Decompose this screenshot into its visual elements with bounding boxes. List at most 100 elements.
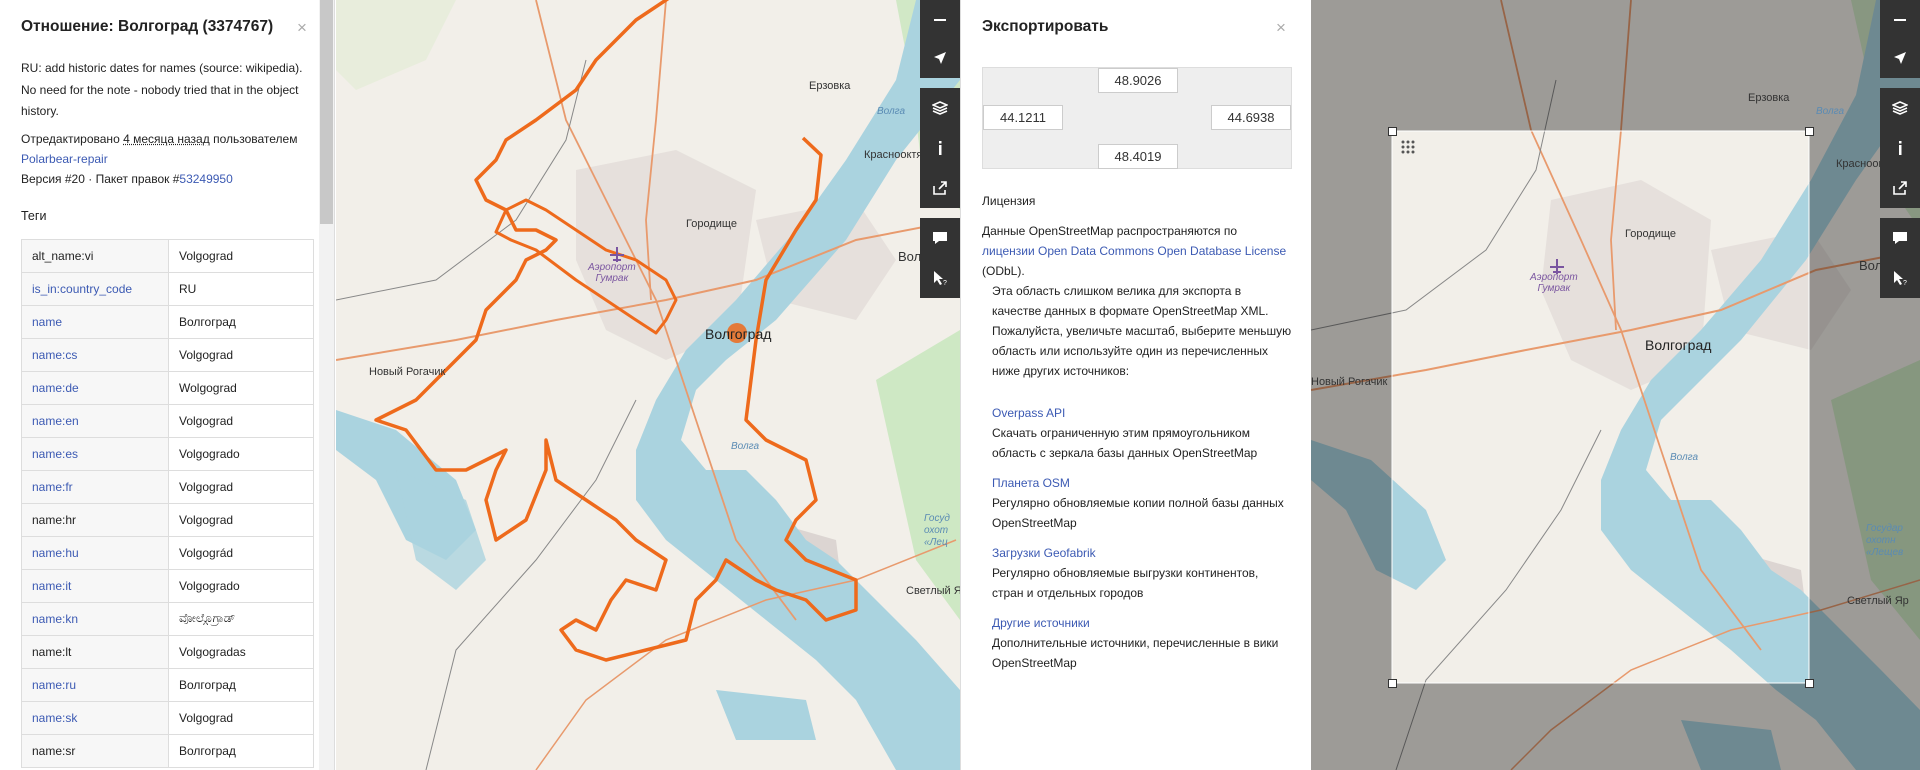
scrollbar-thumb[interactable] bbox=[320, 0, 333, 224]
tags-heading: Теги bbox=[21, 208, 47, 223]
tag-value: Волгоград bbox=[168, 304, 314, 339]
label-volga-mid: Волга bbox=[731, 441, 760, 452]
tag-key[interactable]: name:hu bbox=[21, 535, 169, 570]
label-airport-line2: Гумрак bbox=[1537, 283, 1571, 294]
tag-key[interactable]: name:de bbox=[21, 370, 169, 405]
query-button[interactable]: ? bbox=[1880, 258, 1920, 298]
layers-icon bbox=[932, 101, 948, 115]
tag-key[interactable]: name:cs bbox=[21, 337, 169, 372]
zoom-out-icon bbox=[1894, 19, 1906, 21]
tag-value: Volgogradas bbox=[168, 634, 314, 669]
label-erzovka: Ерзовка bbox=[1748, 92, 1790, 104]
tag-key: name:hr bbox=[21, 502, 169, 537]
zoom-out-button[interactable] bbox=[920, 0, 960, 40]
license-text-2: (ODbL). bbox=[982, 264, 1025, 278]
tag-key[interactable]: name:fr bbox=[21, 469, 169, 504]
label-volga-mid: Волга bbox=[1670, 452, 1699, 463]
tag-key[interactable]: name:sk bbox=[21, 700, 169, 735]
overpass-api-desc: Скачать ограниченную этим прямоугольнико… bbox=[992, 426, 1258, 460]
tag-key[interactable]: name:en bbox=[21, 403, 169, 438]
label-novy-rogachik: Новый Рогачик bbox=[369, 366, 446, 378]
user-link[interactable]: Polarbear-repair bbox=[21, 152, 108, 166]
tag-key[interactable]: name:kn bbox=[21, 601, 169, 636]
license-heading: Лицензия bbox=[982, 194, 1036, 208]
other-sources-link[interactable]: Другие источники bbox=[992, 613, 1292, 633]
map-view-relation[interactable]: Ерзовка Волга Краснооктябрьский Городище… bbox=[336, 0, 960, 770]
tag-value: Volgograd bbox=[168, 337, 314, 372]
zoom-out-button[interactable] bbox=[1880, 0, 1920, 40]
tag-key[interactable]: name:ru bbox=[21, 667, 169, 702]
note-icon bbox=[933, 232, 947, 244]
label-erzovka: Ерзовка bbox=[809, 80, 851, 92]
sidebar-scrollbar[interactable] bbox=[319, 0, 334, 770]
edit-metadata: Отредактировано 4 месяца назад пользоват… bbox=[21, 129, 316, 189]
label-airport-line1: Аэропорт bbox=[588, 262, 636, 273]
share-button[interactable] bbox=[1880, 168, 1920, 208]
tag-key[interactable]: name bbox=[21, 304, 169, 339]
label-reserve-2: охотн bbox=[1866, 535, 1896, 546]
drag-handle[interactable] bbox=[1400, 139, 1416, 155]
bbox-west-input[interactable] bbox=[983, 105, 1063, 130]
planet-osm-link[interactable]: Планета OSM bbox=[992, 473, 1292, 493]
tag-key[interactable]: is_in:country_code bbox=[21, 271, 169, 306]
edited-prefix: Отредактировано bbox=[21, 131, 124, 146]
map-view-export[interactable]: Ерзовка Волга Краснооктябрьский Городище… bbox=[1311, 0, 1920, 770]
bbox-south-input[interactable] bbox=[1098, 144, 1178, 169]
source-planet: Планета OSM Регулярно обновляемые копии … bbox=[992, 473, 1292, 533]
tag-row: name:cs Volgograd bbox=[21, 337, 314, 372]
tag-row: name Волгоград bbox=[21, 304, 314, 339]
resize-handle-ne[interactable] bbox=[1805, 127, 1814, 136]
geofabrik-desc: Регулярно обновляемые выгрузки континент… bbox=[992, 566, 1259, 600]
add-note-button[interactable] bbox=[1880, 218, 1920, 258]
label-reserve-2: охот bbox=[924, 525, 949, 536]
locate-button[interactable] bbox=[920, 38, 960, 78]
tag-row: name:hr Volgograd bbox=[21, 502, 314, 537]
source-geofabrik: Загрузки Geofabrik Регулярно обновляемые… bbox=[992, 543, 1292, 603]
close-icon[interactable]: × bbox=[297, 19, 307, 36]
label-novy-rogachik: Новый Рогачик bbox=[1311, 376, 1388, 388]
bbox-north-input[interactable] bbox=[1098, 68, 1178, 93]
changeset-link[interactable]: 53249950 bbox=[179, 172, 232, 186]
label-volgograd: Волгоград bbox=[705, 326, 772, 342]
resize-handle-sw[interactable] bbox=[1388, 679, 1397, 688]
info-button[interactable] bbox=[1880, 128, 1920, 168]
locate-button[interactable] bbox=[1880, 38, 1920, 78]
tag-key[interactable]: name:es bbox=[21, 436, 169, 471]
resize-handle-se[interactable] bbox=[1805, 679, 1814, 688]
version-prefix: Версия #20 · Пакет правок # bbox=[21, 171, 180, 186]
overpass-api-link[interactable]: Overpass API bbox=[992, 403, 1292, 423]
geofabrik-link[interactable]: Загрузки Geofabrik bbox=[992, 543, 1292, 563]
tag-value: Volgogrado bbox=[168, 568, 314, 603]
tag-value: Volgograd bbox=[168, 403, 314, 438]
svg-text:?: ? bbox=[1903, 280, 1907, 286]
close-icon[interactable]: × bbox=[1276, 19, 1286, 36]
query-button[interactable]: ? bbox=[920, 258, 960, 298]
info-icon bbox=[1899, 141, 1902, 155]
label-reserve-3: «Лец bbox=[924, 537, 948, 548]
tag-row: name:ru Волгоград bbox=[21, 667, 314, 702]
label-reserve: Госуд охот «Лец bbox=[924, 513, 950, 549]
tag-key[interactable]: name:it bbox=[21, 568, 169, 603]
tag-value: Volgográd bbox=[168, 535, 314, 570]
drag-grip-icon bbox=[1401, 140, 1415, 154]
layers-button[interactable] bbox=[920, 88, 960, 128]
license-link[interactable]: лицензии Open Data Commons Open Database… bbox=[982, 244, 1286, 258]
label-gorodishche: Городище bbox=[686, 218, 737, 230]
info-button[interactable] bbox=[920, 128, 960, 168]
share-icon bbox=[1893, 181, 1907, 195]
tag-row: name:es Volgogrado bbox=[21, 436, 314, 471]
license-text: Данные OpenStreetMap распространяются по… bbox=[982, 221, 1292, 281]
share-button[interactable] bbox=[920, 168, 960, 208]
tag-value: Волгоград bbox=[168, 733, 314, 768]
map-canvas bbox=[336, 0, 960, 770]
bbox-east-input[interactable] bbox=[1211, 105, 1291, 130]
tag-value: ವೋಲ್ಗೊಗ್ರಾಡ್ bbox=[168, 601, 314, 636]
resize-handle-nw[interactable] bbox=[1388, 127, 1397, 136]
label-reserve-1: Государ bbox=[1866, 523, 1903, 534]
layers-button[interactable] bbox=[1880, 88, 1920, 128]
label-airport-line2: Гумрак bbox=[595, 273, 629, 284]
tag-value: Volgograd bbox=[168, 469, 314, 504]
tag-row: name:lt Volgogradas bbox=[21, 634, 314, 669]
other-sources-desc: Дополнительные источники, перечисленные … bbox=[992, 636, 1279, 670]
add-note-button[interactable] bbox=[920, 218, 960, 258]
